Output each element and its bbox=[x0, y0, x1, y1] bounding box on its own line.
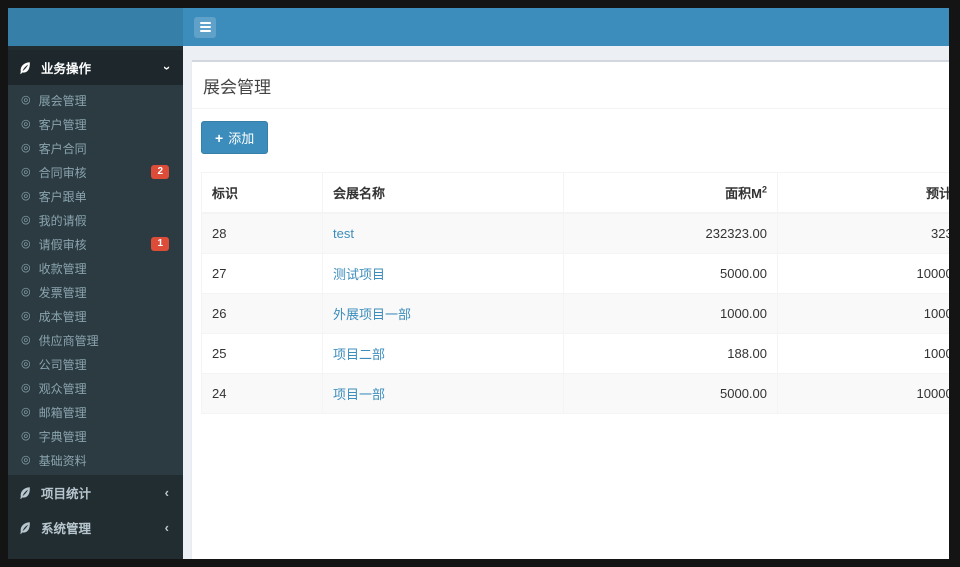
sidebar-item-basic-data[interactable]: ◎ 基础资料 bbox=[8, 448, 183, 472]
sidebar-item-mailbox-management[interactable]: ◎ 邮箱管理 bbox=[8, 400, 183, 424]
screenshot-frame: 业务操作 › ◎ 展会管理 ◎ 客户管理 ◎ 客户合同 ◎ 合同审核 2 ◎ 客户跟单 ◎ 我… bbox=[0, 0, 960, 567]
cell-area: 5000.00 bbox=[563, 373, 778, 414]
sidebar-item-dictionary-management[interactable]: ◎ 字典管理 bbox=[8, 424, 183, 448]
cell-name: 外展项目一部 bbox=[322, 293, 564, 334]
exhibition-management-panel: 展会管理 + 添加 标识 会展名称 面积M2 预计收入 bbox=[192, 60, 949, 559]
top-bar bbox=[8, 8, 949, 46]
circle-icon: ◎ bbox=[21, 237, 31, 250]
sidebar-item-customer-followup[interactable]: ◎ 客户跟单 bbox=[8, 184, 183, 208]
cell-income: 3232.00 bbox=[777, 212, 949, 254]
navbar bbox=[183, 8, 949, 46]
sidebar-section-label: 系统管理 bbox=[41, 522, 92, 536]
table-header-row: 标识 会展名称 面积M2 预计收入 实施部门 bbox=[201, 172, 949, 214]
sidebar-item-contract-review[interactable]: ◎ 合同审核 2 bbox=[8, 160, 183, 184]
add-button[interactable]: + 添加 bbox=[201, 121, 269, 154]
sidebar-section-project-statistics[interactable]: 项目统计 ‹ bbox=[8, 475, 183, 510]
sidebar-item-payment-management[interactable]: ◎ 收款管理 bbox=[8, 256, 183, 280]
circle-icon: ◎ bbox=[21, 261, 31, 274]
sidebar-section-label: 项目统计 bbox=[41, 487, 92, 501]
exhibition-link[interactable]: 外展项目一部 bbox=[333, 307, 411, 322]
cell-area: 1000.00 bbox=[563, 293, 778, 334]
sidebar-item-customer-contract[interactable]: ◎ 客户合同 bbox=[8, 136, 183, 160]
table-row: 25 项目二部 188.00 10000.00 内展项目 bbox=[201, 333, 949, 374]
circle-icon: ◎ bbox=[21, 141, 31, 154]
cell-id: 24 bbox=[201, 373, 323, 414]
sidebar-item-my-leave[interactable]: ◎ 我的请假 bbox=[8, 208, 183, 232]
app-window: 业务操作 › ◎ 展会管理 ◎ 客户管理 ◎ 客户合同 ◎ 合同审核 2 ◎ 客户跟单 ◎ 我… bbox=[8, 8, 949, 559]
cell-name: 项目一部 bbox=[322, 373, 564, 414]
cell-name: 测试项目 bbox=[322, 253, 564, 294]
circle-icon: ◎ bbox=[21, 165, 31, 178]
exhibition-link[interactable]: 测试项目 bbox=[333, 267, 385, 282]
sidebar-section-business-operations[interactable]: 业务操作 › bbox=[8, 50, 183, 85]
logo-area[interactable] bbox=[8, 8, 183, 46]
cell-area: 232323.00 bbox=[563, 212, 778, 254]
column-header-name: 会展名称 bbox=[322, 172, 564, 214]
content-area: 展会管理 + 添加 标识 会展名称 面积M2 预计收入 bbox=[183, 46, 949, 559]
sidebar-item-customer-management[interactable]: ◎ 客户管理 bbox=[8, 112, 183, 136]
cell-income: 10000.00 bbox=[777, 293, 949, 334]
exhibition-link[interactable]: test bbox=[333, 226, 354, 241]
circle-icon: ◎ bbox=[21, 381, 31, 394]
panel-header: 展会管理 bbox=[192, 62, 949, 109]
circle-icon: ◎ bbox=[21, 213, 31, 226]
sidebar-item-supplier-management[interactable]: ◎ 供应商管理 bbox=[8, 328, 183, 352]
cell-area: 5000.00 bbox=[563, 253, 778, 294]
cell-name: 项目二部 bbox=[322, 333, 564, 374]
sidebar-section-system-management[interactable]: 系统管理 ‹ bbox=[8, 510, 183, 545]
exhibitions-table: 标识 会展名称 面积M2 预计收入 实施部门 28 test 2 bbox=[201, 172, 949, 414]
plus-icon: + bbox=[215, 129, 224, 146]
add-button-label: 添加 bbox=[228, 131, 255, 146]
table-row: 26 外展项目一部 1000.00 10000.00 外展项目 bbox=[201, 293, 949, 334]
circle-icon: ◎ bbox=[21, 429, 31, 442]
leaf-icon bbox=[18, 486, 34, 500]
circle-icon: ◎ bbox=[21, 117, 31, 130]
leaf-icon bbox=[18, 521, 34, 535]
circle-icon: ◎ bbox=[21, 333, 31, 346]
sidebar-item-company-management[interactable]: ◎ 公司管理 bbox=[8, 352, 183, 376]
cell-id: 28 bbox=[201, 212, 323, 254]
sidebar-item-exhibition-management[interactable]: ◎ 展会管理 bbox=[8, 88, 183, 112]
hamburger-icon[interactable] bbox=[194, 16, 216, 38]
page-title: 展会管理 bbox=[203, 78, 271, 97]
table-row: 27 测试项目 5000.00 100000.00 内展项目 bbox=[201, 253, 949, 294]
panel-body: + 添加 标识 会展名称 面积M2 预计收入 实施部门 bbox=[192, 109, 949, 424]
sidebar-item-audience-management[interactable]: ◎ 观众管理 bbox=[8, 376, 183, 400]
sidebar-item-leave-review[interactable]: ◎ 请假审核 1 bbox=[8, 232, 183, 256]
circle-icon: ◎ bbox=[21, 189, 31, 202]
sidebar-section-label: 业务操作 bbox=[41, 62, 92, 76]
sidebar-item-cost-management[interactable]: ◎ 成本管理 bbox=[8, 304, 183, 328]
sidebar-submenu: ◎ 展会管理 ◎ 客户管理 ◎ 客户合同 ◎ 合同审核 2 ◎ 客户跟单 ◎ 我的请假 ◎ 请假… bbox=[8, 85, 183, 475]
sidebar-item-invoice-management[interactable]: ◎ 发票管理 bbox=[8, 280, 183, 304]
circle-icon: ◎ bbox=[21, 357, 31, 370]
cell-id: 25 bbox=[201, 333, 323, 374]
leaf-icon bbox=[18, 61, 34, 75]
cell-income: 10000.00 bbox=[777, 333, 949, 374]
column-header-id: 标识 bbox=[201, 172, 323, 214]
circle-icon: ◎ bbox=[21, 93, 31, 106]
cell-income: 100000.00 bbox=[777, 373, 949, 414]
circle-icon: ◎ bbox=[21, 285, 31, 298]
column-header-area: 面积M2 bbox=[563, 172, 778, 214]
notification-badge: 1 bbox=[151, 237, 169, 251]
cell-area: 188.00 bbox=[563, 333, 778, 374]
table-row: 24 项目一部 5000.00 100000.00 内展项目 bbox=[201, 373, 949, 414]
column-header-income: 预计收入 bbox=[777, 172, 949, 214]
cell-id: 27 bbox=[201, 253, 323, 294]
exhibition-link[interactable]: 项目二部 bbox=[333, 347, 385, 362]
circle-icon: ◎ bbox=[21, 405, 31, 418]
notification-badge: 2 bbox=[151, 165, 169, 179]
circle-icon: ◎ bbox=[21, 309, 31, 322]
cell-name: test bbox=[322, 212, 564, 254]
exhibition-link[interactable]: 项目一部 bbox=[333, 387, 385, 402]
cell-income: 100000.00 bbox=[777, 253, 949, 294]
table-row: 28 test 232323.00 3232.00 内展项目 bbox=[201, 212, 949, 254]
cell-id: 26 bbox=[201, 293, 323, 334]
circle-icon: ◎ bbox=[21, 453, 31, 466]
sidebar: 业务操作 › ◎ 展会管理 ◎ 客户管理 ◎ 客户合同 ◎ 合同审核 2 ◎ 客户跟单 ◎ 我… bbox=[8, 46, 183, 559]
